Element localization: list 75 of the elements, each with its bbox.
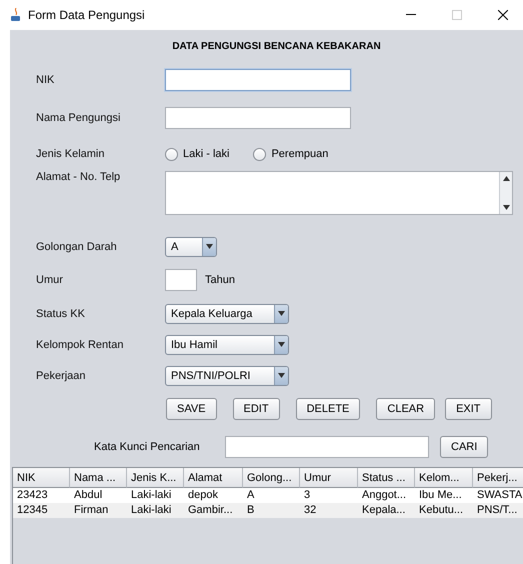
down-arrow-icon[interactable]	[278, 311, 285, 316]
text-field[interactable]	[165, 69, 351, 91]
table-cell-text: 12345	[16, 503, 49, 518]
down-arrow-icon[interactable]	[502, 205, 510, 210]
table-cell-text: Abdul	[73, 488, 104, 503]
table-cell-text: Kepala...	[361, 503, 406, 518]
radio-label: Laki - laki	[183, 148, 230, 160]
down-arrow-icon[interactable]	[278, 342, 285, 347]
column-header[interactable]: Golong...	[243, 468, 300, 488]
field-label: Status KK	[36, 308, 86, 320]
action-button[interactable]: DELETE	[296, 398, 360, 420]
action-button[interactable]: CLEAR	[376, 398, 436, 420]
table-cell-text: Laki-laki	[130, 503, 172, 518]
field-label: NIK	[36, 74, 56, 86]
action-button[interactable]: SAVE	[166, 398, 217, 420]
table-cell-text: Kebutu...	[418, 503, 464, 518]
table-cell-text: 23423	[16, 488, 49, 503]
table-cell-text: Laki-laki	[130, 488, 172, 503]
up-arrow-icon[interactable]	[502, 176, 510, 181]
caret-icon[interactable]	[274, 304, 288, 322]
field-label: Nama Pengungsi	[36, 112, 122, 124]
close-icon	[498, 10, 508, 20]
field-label: Golongan Darah	[36, 240, 118, 252]
dropdown[interactable]: A	[165, 236, 217, 256]
dropdown[interactable]: Kepala Keluarga	[165, 304, 289, 324]
down-arrow-icon[interactable]	[278, 373, 285, 378]
dropdown[interactable]: Ibu Hamil	[165, 334, 289, 354]
column-header[interactable]: Umur	[300, 468, 358, 488]
radio-icon[interactable]	[253, 148, 266, 160]
column-header[interactable]: Status ...	[358, 468, 415, 488]
scroll-bar[interactable]	[499, 172, 512, 214]
minimize-icon	[406, 14, 416, 16]
field-label: Kelompok Rentan	[36, 338, 124, 350]
radio-icon[interactable]	[165, 148, 178, 160]
table-cell-text: 32	[303, 503, 318, 518]
column-header[interactable]: Jenis K...	[127, 468, 184, 488]
field-label: Alamat - No. Telp	[36, 171, 122, 183]
number-field[interactable]	[165, 269, 197, 291]
field-label: Umur	[36, 274, 64, 286]
column-header[interactable]: NIK	[13, 468, 70, 488]
table-cell-text: depok	[187, 488, 219, 503]
table-cell-text: 3	[303, 488, 312, 503]
field-label: Pekerjaan	[36, 370, 87, 382]
table-cell-text: B	[246, 503, 256, 518]
down-arrow-icon[interactable]	[206, 244, 213, 249]
search-field[interactable]	[225, 436, 429, 458]
column-header[interactable]: Pekerj...	[473, 468, 523, 488]
field-label: Jenis Kelamin	[36, 148, 106, 160]
table-cell-text: SWASTA	[476, 488, 523, 503]
column-header[interactable]: Nama ...	[70, 468, 127, 488]
radio-option[interactable]: Perempuan	[253, 148, 328, 160]
action-button[interactable]: EXIT	[445, 398, 492, 420]
table-cell-text: Firman	[73, 503, 110, 518]
table-cell-text: A	[246, 488, 256, 503]
table-cell-text: Ibu Me...	[418, 488, 463, 503]
action-button[interactable]: EDIT	[232, 398, 280, 420]
radio-option[interactable]: Laki - laki	[165, 148, 230, 160]
unit-label: Tahun	[205, 274, 235, 286]
form-heading: DATA PENGUNGSI BENCANA KEBAKARAN	[171, 41, 382, 54]
caret-icon[interactable]	[274, 366, 288, 384]
search-label: Kata Kunci Pencarian	[94, 441, 201, 453]
column-header[interactable]: Alamat	[184, 468, 243, 488]
column-header[interactable]: Kelom...	[415, 468, 473, 488]
coffee-cup-icon	[10, 8, 22, 22]
table-cell-text: Anggot...	[361, 488, 408, 503]
maximize-icon	[452, 10, 462, 20]
table-cell-text: PNS/T...	[476, 503, 518, 518]
dropdown[interactable]: PNS/TNI/POLRI	[165, 366, 289, 386]
text-field[interactable]	[165, 107, 351, 129]
caret-icon[interactable]	[202, 238, 216, 256]
radio-label: Perempuan	[271, 148, 328, 160]
search-button[interactable]: CARI	[440, 436, 488, 458]
table-cell-text: Gambir...	[187, 503, 234, 518]
caret-icon[interactable]	[274, 336, 288, 354]
window-title: Form Data Pengungsi	[28, 8, 146, 22]
